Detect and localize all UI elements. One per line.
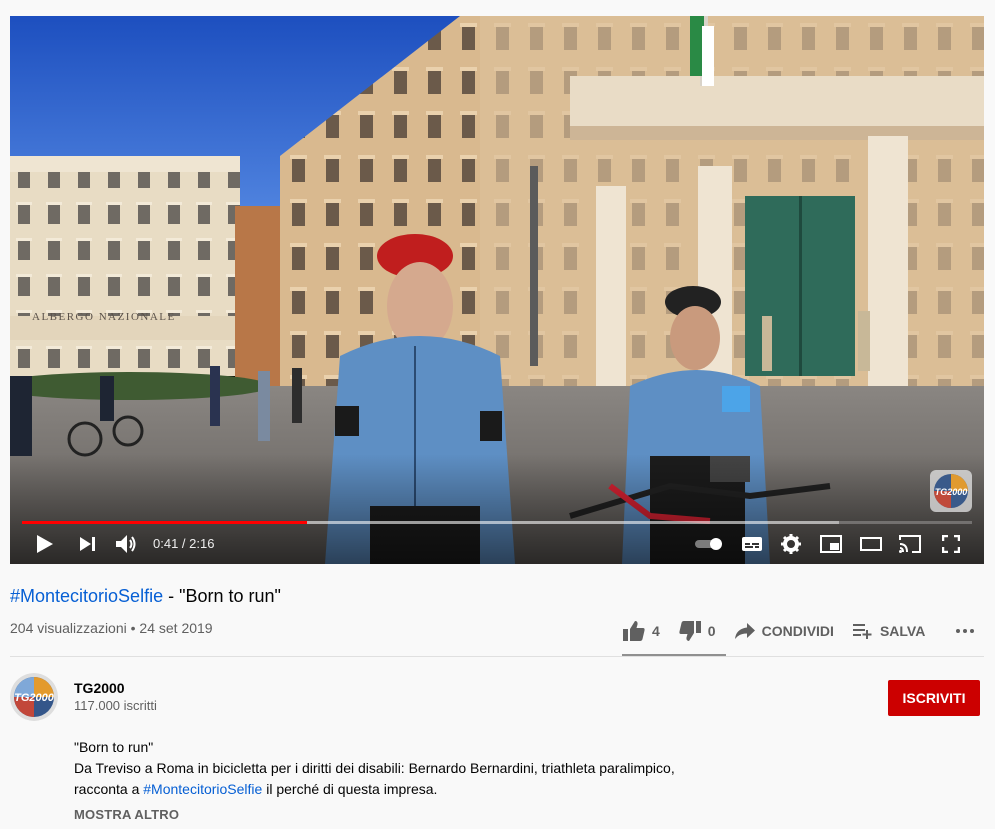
save-button[interactable]: SALVA [852,622,925,640]
fullscreen-button[interactable] [939,533,963,555]
share-label: CONDIVIDI [761,623,834,639]
miniplayer-icon [820,535,842,553]
subscriber-count: 117.000 iscritti [74,698,157,713]
description-line: "Born to run" [74,739,154,755]
add-to-playlist-icon [852,624,872,639]
divider [10,656,984,657]
autoplay-toggle-icon [695,538,722,550]
next-icon [80,537,95,551]
thumbs-down-icon [679,621,701,641]
more-actions-button[interactable] [955,628,981,634]
show-more-button[interactable]: MOSTRA ALTRO [74,807,179,822]
time-display: 0:41 / 2:16 [153,536,215,551]
volume-icon [116,535,136,553]
subtitles-icon [742,537,762,551]
fullscreen-icon [942,535,960,553]
channel-avatar[interactable]: TG2000 [10,673,58,721]
thumbs-up-icon [623,621,645,641]
like-count: 4 [652,623,660,639]
share-arrow-icon [734,623,755,639]
description-text: racconta a [74,781,144,797]
video-description: "Born to run" Da Treviso a Roma in bicic… [74,737,675,800]
theater-icon [860,537,882,551]
progress-bar[interactable] [22,521,972,524]
avatar-text: TG2000 [14,692,55,704]
save-label: SALVA [879,623,926,639]
play-button[interactable] [32,532,58,556]
channel-name[interactable]: TG2000 [74,680,125,696]
views-and-date: 204 visualizzazioni • 24 set 2019 [10,620,213,636]
settings-icon [781,534,801,554]
next-button[interactable] [76,532,100,556]
cast-button[interactable] [897,533,923,555]
progress-played [22,521,307,524]
more-horizontal-icon [956,629,975,633]
share-button[interactable]: CONDIVIDI [734,622,834,640]
dislike-button[interactable]: 0 [678,620,716,642]
autoplay-toggle[interactable] [692,534,726,554]
description-line: racconta a #MontecitorioSelfie il perché… [74,779,675,800]
watermark-text: TG2000 [935,487,968,497]
miniplayer-button[interactable] [818,533,844,555]
video-actions: 4 0 CONDIVIDI SALVA [622,616,981,646]
description-text: il perché di questa impresa. [262,781,438,797]
theater-mode-button[interactable] [858,533,884,555]
subtitles-button[interactable] [739,533,765,555]
video-player[interactable]: ALBERGO NAZIONALE 0:41 / 2:16 TG2000 [10,16,984,564]
cast-icon [899,535,921,553]
description-line: Da Treviso a Roma in bicicletta per i di… [74,760,675,776]
title-text: - "Born to run" [163,586,281,606]
channel-watermark-logo[interactable]: TG2000 [930,470,972,512]
video-title: #MontecitorioSelfie - "Born to run" [10,585,281,607]
building-sign: ALBERGO NAZIONALE [32,311,176,323]
title-hashtag-link[interactable]: #MontecitorioSelfie [10,586,163,606]
channel-logo-icon: TG2000 [10,673,58,721]
dislike-count: 0 [707,623,716,639]
like-button[interactable]: 4 [622,620,660,642]
volume-button[interactable] [114,532,140,556]
play-icon [37,535,53,553]
subscribe-button[interactable]: ISCRIVITI [888,680,980,716]
settings-button[interactable] [779,532,803,556]
description-hashtag-link[interactable]: #MontecitorioSelfie [143,781,262,797]
